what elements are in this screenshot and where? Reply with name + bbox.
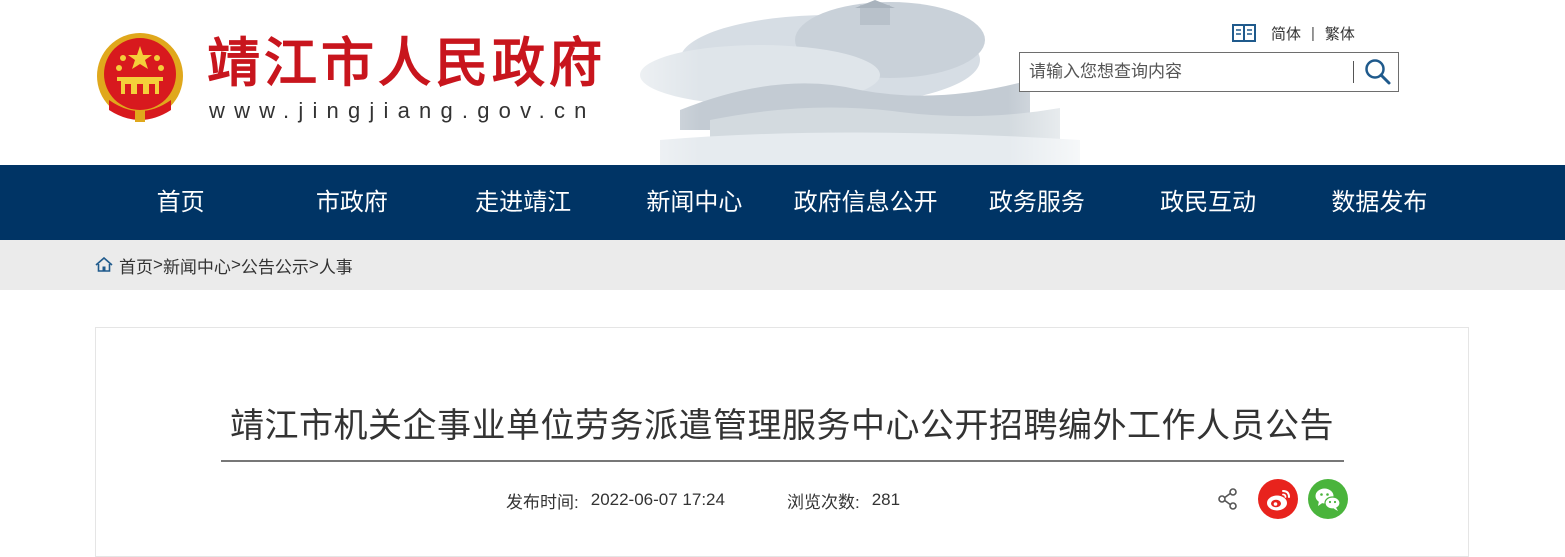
views-label: 浏览次数: xyxy=(786,492,860,512)
nav-item-government-services[interactable]: 政务服务 xyxy=(951,165,1122,240)
nav-item-news-center[interactable]: 新闻中心 xyxy=(609,165,780,240)
nav-item-government-info[interactable]: 政府信息公开 xyxy=(780,165,951,240)
article-meta: 发布时间: 2022-06-07 17:24 浏览次数: 281 xyxy=(506,488,900,512)
share-bar xyxy=(1218,478,1348,520)
weibo-share-button[interactable] xyxy=(1258,479,1298,519)
breadcrumb-personnel[interactable]: 人事 xyxy=(319,253,353,278)
main-nav: 首页 市政府 走进靖江 新闻中心 政府信息公开 政务服务 政民互动 数据发布 xyxy=(0,165,1565,240)
nav-item-city-government[interactable]: 市政府 xyxy=(266,165,437,240)
published-label: 发布时间: xyxy=(506,492,579,512)
breadcrumb-announcements[interactable]: 公告公示 xyxy=(241,253,309,278)
lang-separator: | xyxy=(1311,24,1315,42)
breadcrumb-separator: > xyxy=(153,255,163,274)
share-icon[interactable] xyxy=(1218,488,1238,510)
nav-item-home[interactable]: 首页 xyxy=(95,165,266,240)
nav-item-data-release[interactable]: 数据发布 xyxy=(1294,165,1465,240)
search-input[interactable] xyxy=(1020,53,1352,91)
title-divider xyxy=(221,460,1344,462)
home-icon xyxy=(95,257,113,272)
simplified-chinese-link[interactable]: 简体 xyxy=(1271,23,1301,44)
book-icon xyxy=(1232,24,1256,43)
breadcrumb-news-center[interactable]: 新闻中心 xyxy=(163,253,231,278)
nav-item-public-interaction[interactable]: 政民互动 xyxy=(1123,165,1294,240)
weibo-icon xyxy=(1267,490,1290,511)
published-value: 2022-06-07 17:24 xyxy=(590,490,725,509)
nav-item-about-jingjiang[interactable]: 走进靖江 xyxy=(438,165,609,240)
search-divider xyxy=(1353,61,1354,83)
article-title: 靖江市机关企事业单位劳务派遣管理服务中心公开招聘编外工作人员公告 xyxy=(230,407,1334,445)
national-emblem-logo xyxy=(97,33,183,122)
breadcrumb: 首页 > 新闻中心 > 公告公示 > 人事 xyxy=(95,240,353,290)
wechat-share-button[interactable] xyxy=(1308,479,1348,519)
traditional-chinese-link[interactable]: 繁体 xyxy=(1325,23,1355,44)
search-icon[interactable] xyxy=(1363,58,1393,86)
wechat-icon xyxy=(1315,488,1341,511)
breadcrumb-home[interactable]: 首页 xyxy=(119,253,153,278)
breadcrumb-separator: > xyxy=(308,255,319,274)
site-header: 靖江市人民政府 www.jingjiang.gov.cn 简体 | 繁体 xyxy=(0,0,1565,165)
site-url: www.jingjiang.gov.cn xyxy=(209,98,596,123)
breadcrumb-bar: 首页 > 新闻中心 > 公告公示 > 人事 xyxy=(0,240,1565,290)
search-box xyxy=(1019,52,1399,92)
views-value: 281 xyxy=(871,490,901,509)
language-switch: 简体 | 繁体 xyxy=(1232,22,1355,44)
article-container: 靖江市机关企事业单位劳务派遣管理服务中心公开招聘编外工作人员公告 发布时间: 2… xyxy=(95,327,1469,557)
site-title[interactable]: 靖江市人民政府 xyxy=(207,33,606,93)
breadcrumb-separator: > xyxy=(230,255,241,274)
